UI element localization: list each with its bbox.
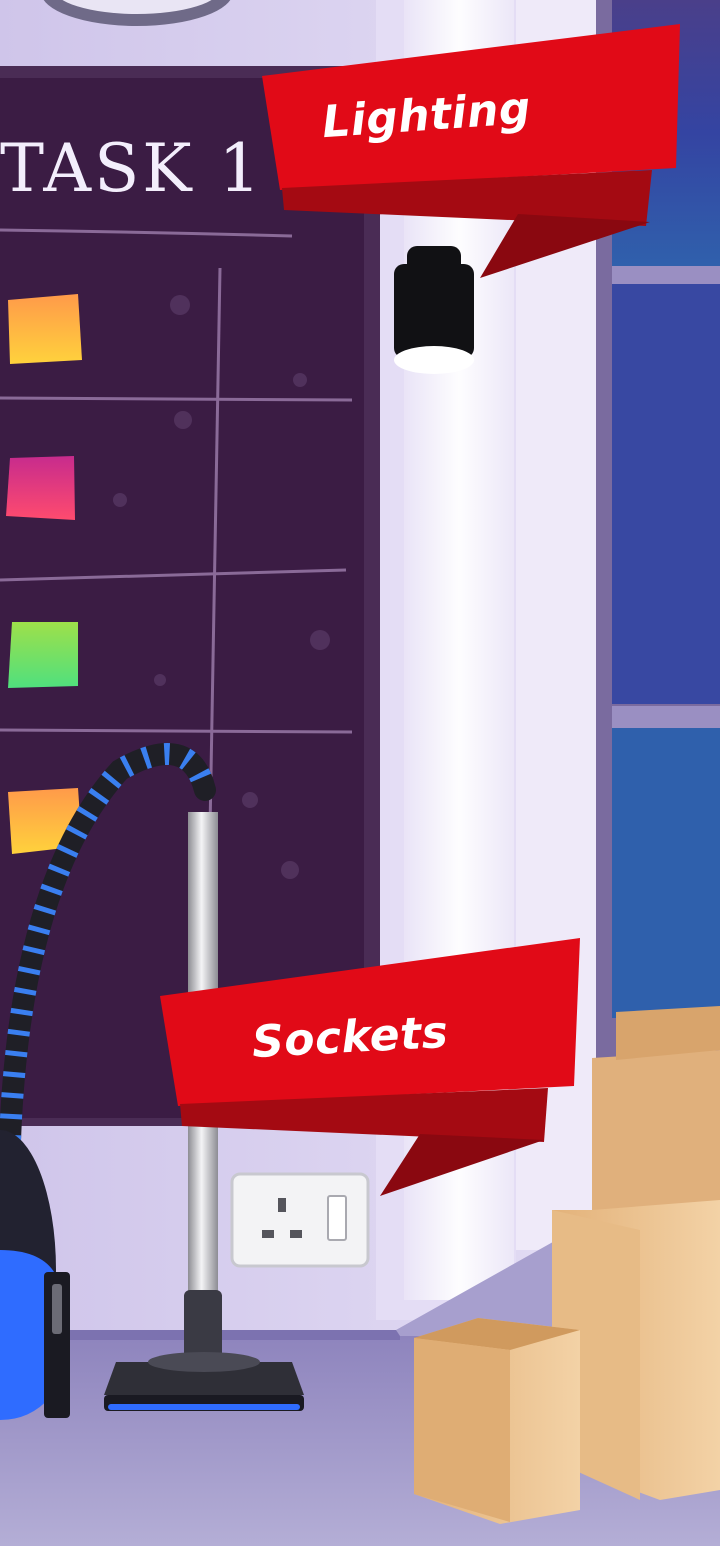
pink-sticky-note [6,456,75,520]
board-title: TASK 1 [0,130,264,207]
ceiling-spotlight-icon[interactable] [394,246,474,374]
room-scene [0,0,720,1546]
sockets-label[interactable]: Sockets [251,1007,450,1068]
green-sticky-note [8,622,78,688]
wall-socket-icon[interactable] [230,1172,370,1268]
orange-sticky-note [8,294,82,364]
